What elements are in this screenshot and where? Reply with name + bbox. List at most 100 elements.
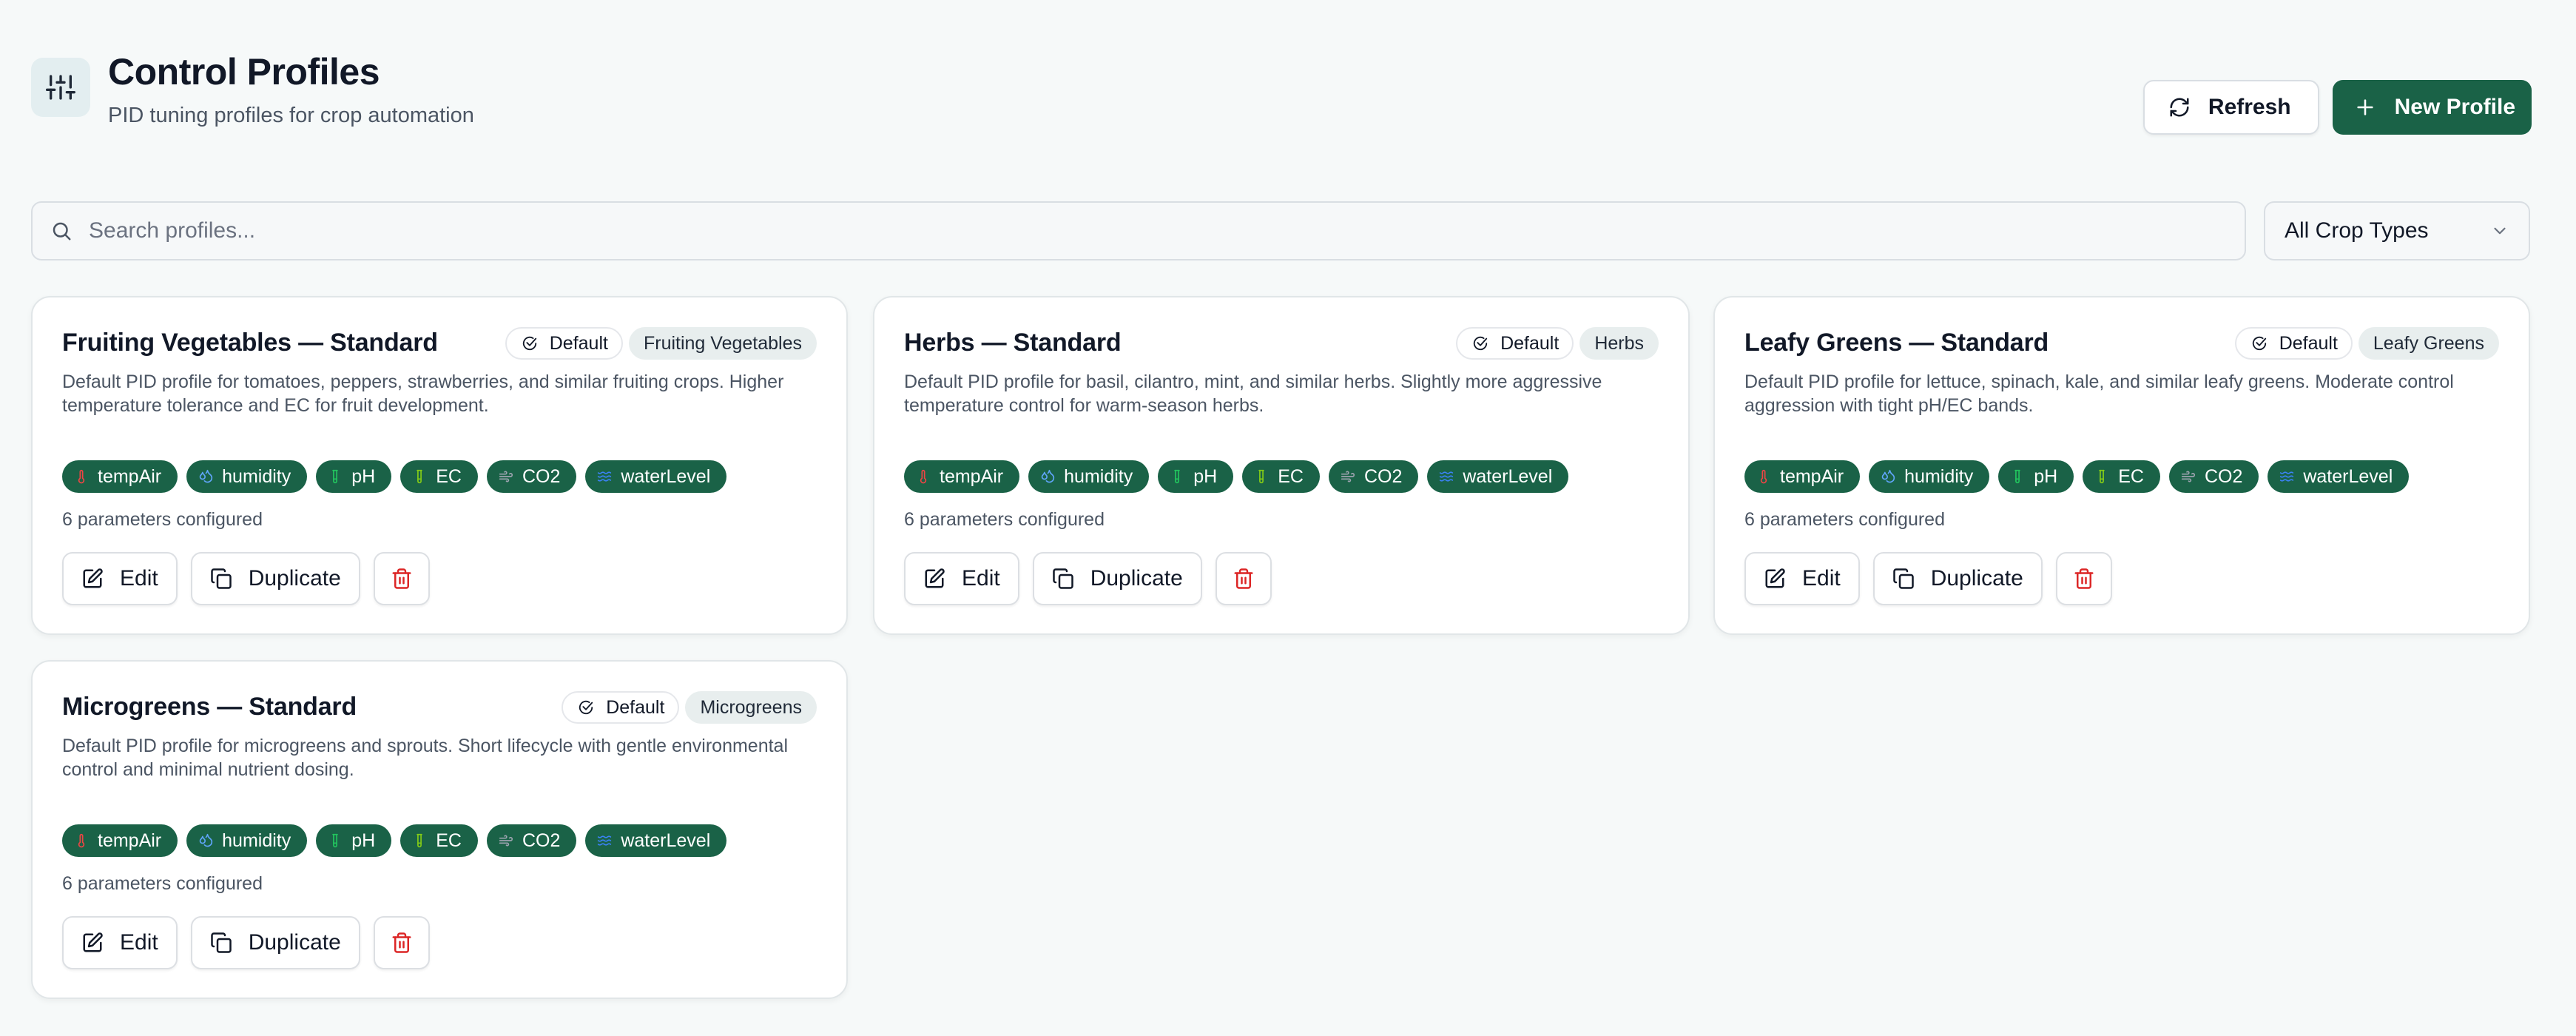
refresh-button[interactable]: Refresh [2142, 80, 2319, 135]
copy-icon [1052, 568, 1074, 590]
thermometer-icon [1756, 469, 1771, 484]
trash-icon [2073, 568, 2095, 590]
check-circle-icon [1472, 335, 1488, 352]
search-bar[interactable] [31, 201, 2246, 260]
refresh-icon [2168, 96, 2191, 118]
parameter-label: tempAir [940, 465, 1004, 487]
wind-icon [499, 833, 513, 848]
parameter-label: pH [2034, 465, 2058, 487]
parameter-label: EC [436, 830, 462, 851]
waves-icon [597, 833, 612, 848]
profile-card: Fruiting Vegetables — Standard Default F… [31, 296, 848, 635]
duplicate-label: Duplicate [1930, 566, 2023, 591]
profile-title: Herbs — Standard [904, 329, 1122, 357]
parameter-chip: pH [316, 824, 392, 857]
crop-type-selected: All Crop Types [2285, 218, 2429, 243]
search-icon [50, 220, 73, 242]
parameter-chip: humidity [1869, 460, 1990, 493]
parameter-chip: waterLevel [1427, 460, 1569, 493]
new-profile-button[interactable]: New Profile [2332, 80, 2532, 135]
default-label: Default [606, 696, 665, 718]
sliders-icon [31, 58, 90, 117]
parameter-chips: tempAir humidity pH EC CO2 waterLevel [904, 460, 1569, 493]
param-count: 6 parameters configured [1744, 509, 1945, 530]
new-profile-label: New Profile [2394, 95, 2515, 119]
default-label: Default [1500, 332, 1560, 354]
parameter-chip: EC [400, 460, 478, 493]
parameter-chip: pH [1158, 460, 1234, 493]
test-tube-icon [2094, 469, 2109, 484]
parameter-chip: EC [1242, 460, 1320, 493]
parameter-chip: tempAir [62, 824, 178, 857]
description-line: Default PID profile for lettuce, spinach… [1744, 371, 2454, 392]
parameter-chip: EC [400, 824, 478, 857]
parameter-label: waterLevel [621, 465, 711, 487]
search-input[interactable] [89, 218, 2160, 243]
parameter-chips: tempAir humidity pH EC CO2 waterLevel [62, 824, 727, 857]
profile-card: Leafy Greens — Standard Default Leafy Gr… [1713, 296, 2530, 635]
profile-description: Default PID profile for tomatoes, pepper… [62, 370, 832, 417]
edit-button[interactable]: Edit [904, 552, 1019, 605]
duplicate-button[interactable]: Duplicate [1032, 552, 1202, 605]
delete-button[interactable] [2055, 552, 2112, 605]
param-count: 6 parameters configured [904, 509, 1105, 530]
copy-icon [210, 932, 232, 954]
delete-button[interactable] [373, 916, 430, 969]
copy-icon [1892, 568, 1915, 590]
parameter-chip: tempAir [62, 460, 178, 493]
description-line: temperature control for warm-season herb… [904, 395, 1264, 416]
profile-card: Herbs — Standard Default Herbs Default P… [873, 296, 1690, 635]
parameter-label: tempAir [98, 830, 162, 851]
edit-button[interactable]: Edit [62, 916, 178, 969]
trash-icon [391, 932, 413, 954]
profile-description: Default PID profile for lettuce, spinach… [1744, 370, 2514, 417]
profile-title: Leafy Greens — Standard [1744, 329, 2049, 357]
parameter-label: tempAir [1780, 465, 1844, 487]
parameter-label: humidity [1064, 465, 1133, 487]
description-line: temperature tolerance and EC for fruit d… [62, 395, 489, 416]
chevron-down-icon [2490, 221, 2509, 240]
edit-icon [923, 568, 945, 590]
test-tube-icon [1170, 469, 1184, 484]
check-circle-icon [578, 699, 594, 716]
edit-label: Edit [962, 566, 1000, 591]
crop-type-badge: Microgreens [685, 691, 817, 724]
parameter-label: tempAir [98, 465, 162, 487]
edit-label: Edit [1802, 566, 1841, 591]
profile-card: Microgreens — Standard Default Microgree… [31, 660, 848, 999]
edit-icon [81, 568, 104, 590]
parameter-label: CO2 [522, 465, 561, 487]
profile-title: Fruiting Vegetables — Standard [62, 329, 438, 357]
parameter-label: CO2 [522, 830, 561, 851]
page-subtitle: PID tuning profiles for crop automation [108, 104, 474, 127]
trash-icon [391, 568, 413, 590]
parameter-label: CO2 [1363, 465, 1403, 487]
duplicate-button[interactable]: Duplicate [190, 552, 360, 605]
duplicate-button[interactable]: Duplicate [1872, 552, 2043, 605]
description-line: control and minimal nutrient dosing. [62, 759, 354, 780]
default-badge: Default [1456, 327, 1574, 360]
edit-button[interactable]: Edit [1744, 552, 1860, 605]
parameter-label: waterLevel [621, 830, 711, 851]
check-circle-icon [522, 335, 538, 352]
parameter-chip: tempAir [1744, 460, 1861, 493]
duplicate-label: Duplicate [1090, 566, 1183, 591]
parameter-chip: CO2 [486, 824, 577, 857]
parameter-label: EC [2118, 465, 2144, 487]
test-tube-icon [328, 833, 343, 848]
delete-button[interactable] [373, 552, 430, 605]
parameter-chip: waterLevel [585, 824, 727, 857]
duplicate-button[interactable]: Duplicate [190, 916, 360, 969]
parameter-label: pH [351, 830, 376, 851]
edit-button[interactable]: Edit [62, 552, 178, 605]
parameter-label: CO2 [2204, 465, 2243, 487]
description-line: Default PID profile for microgreens and … [62, 736, 789, 756]
parameter-chip: waterLevel [585, 460, 727, 493]
crop-type-select[interactable]: All Crop Types [2264, 201, 2530, 260]
parameter-chip: CO2 [2168, 460, 2259, 493]
waves-icon [597, 469, 612, 484]
edit-icon [1764, 568, 1786, 590]
waves-icon [1439, 469, 1454, 484]
droplets-icon [1040, 469, 1055, 484]
delete-button[interactable] [1215, 552, 1272, 605]
